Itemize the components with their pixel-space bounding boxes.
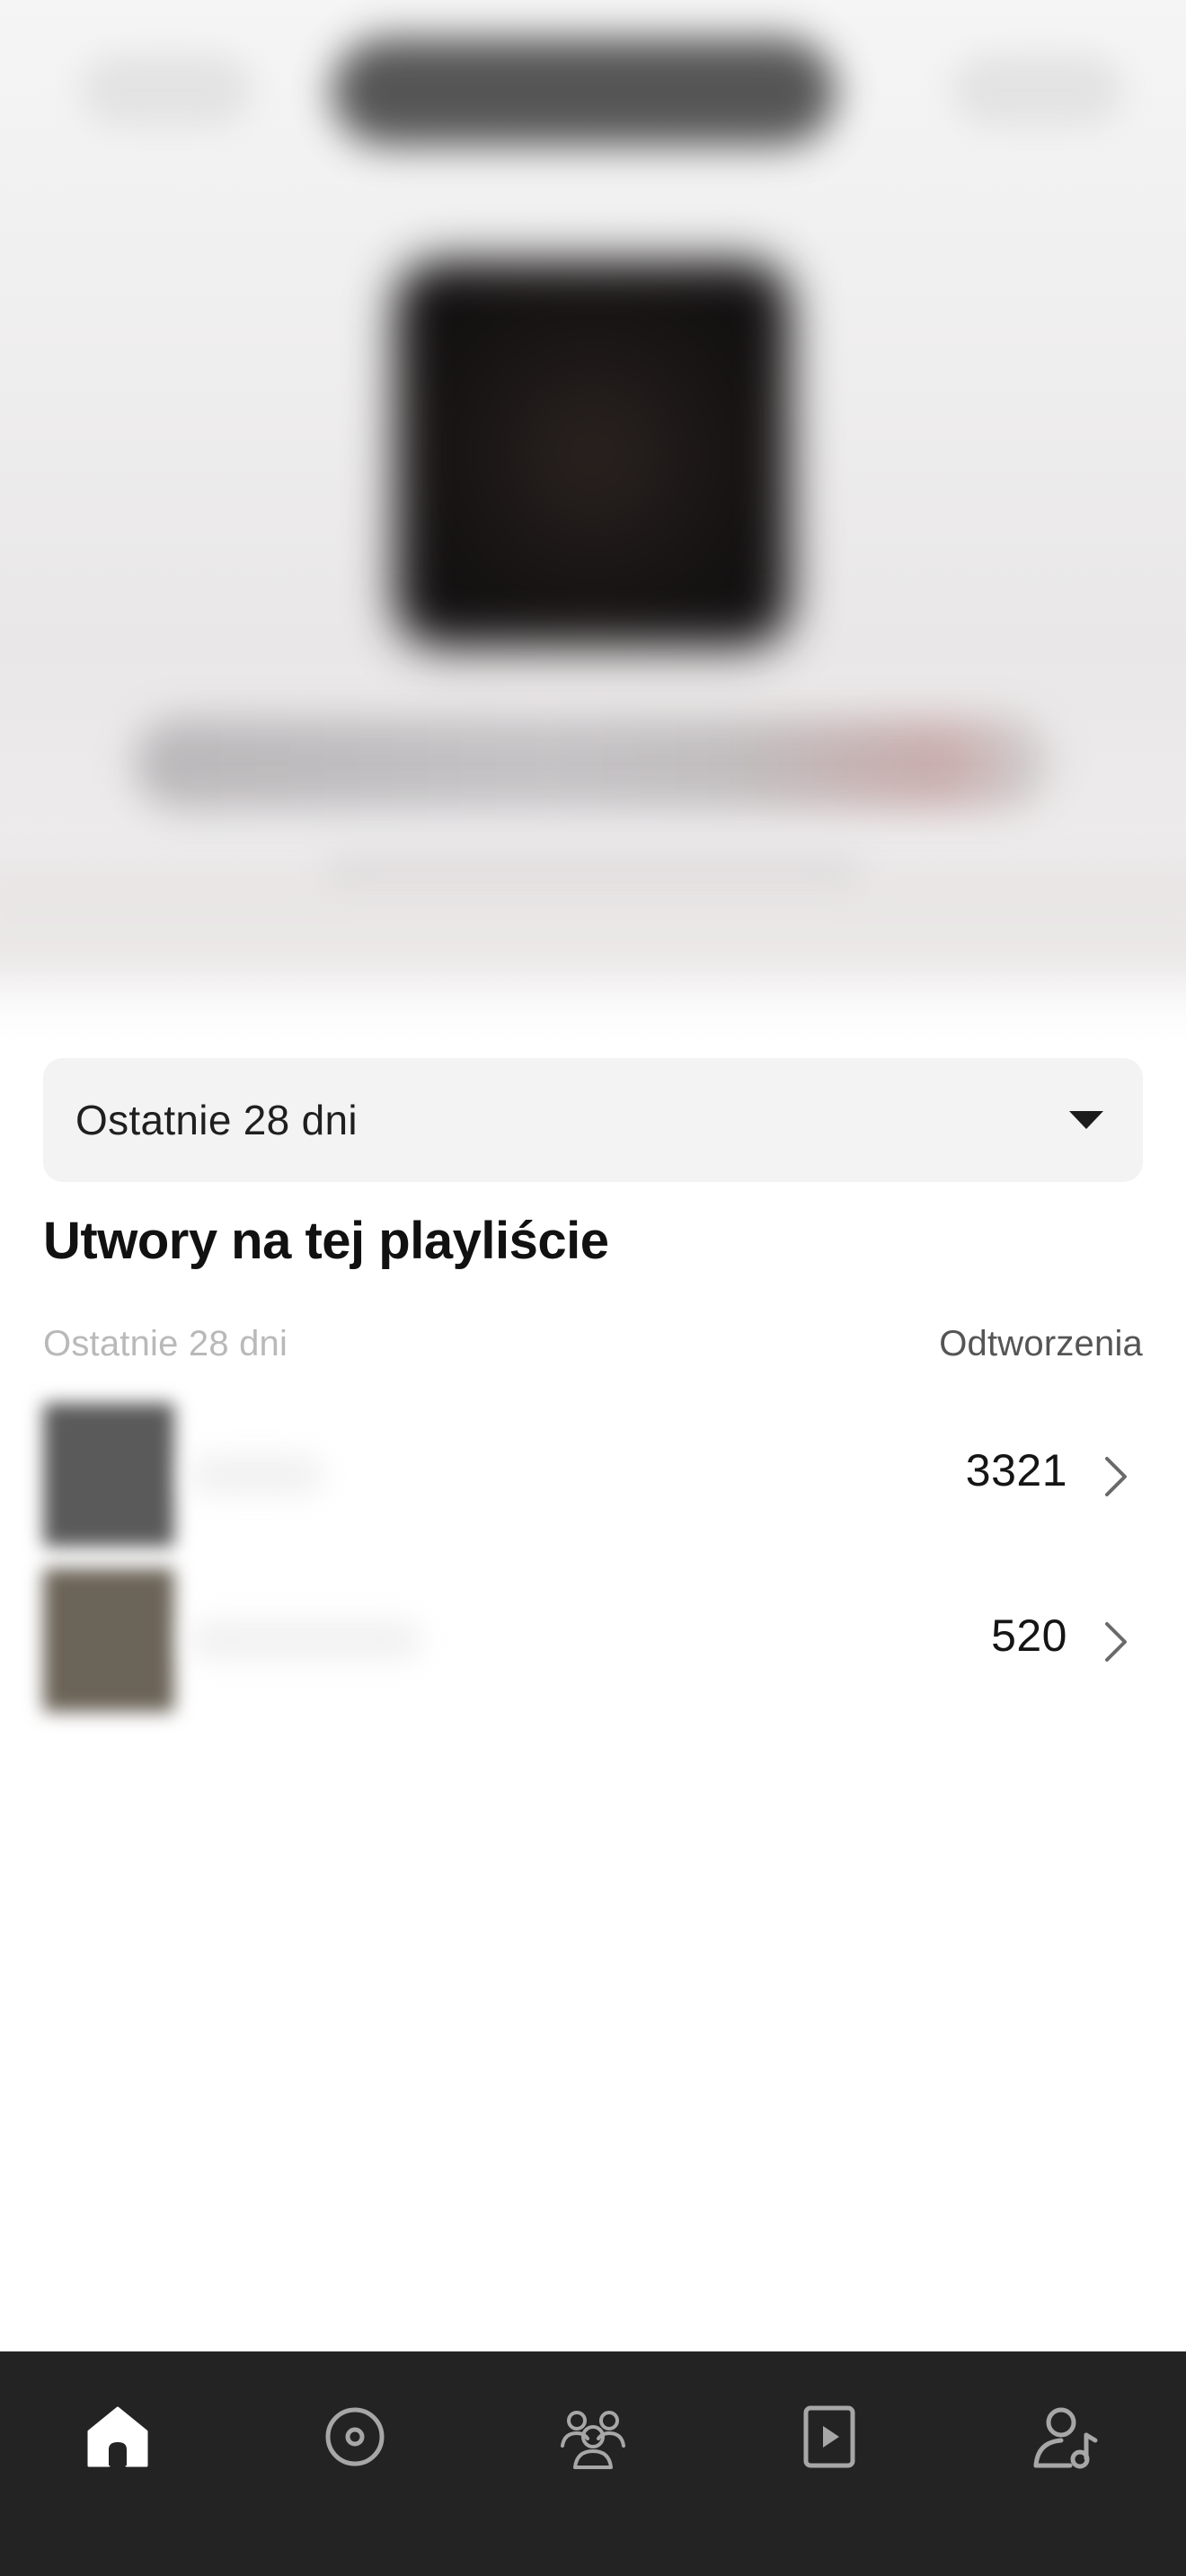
track-row[interactable]: 3321	[0, 1394, 1186, 1556]
blurred-playlist-title	[135, 719, 1051, 808]
blurred-track-title	[189, 1455, 323, 1495]
nav-audience[interactable]	[544, 2387, 642, 2486]
blurred-track-artwork	[43, 1403, 174, 1547]
blurred-header-pill	[332, 38, 836, 146]
music-disc-icon	[325, 2407, 385, 2466]
blurred-track-artwork	[43, 1568, 174, 1712]
audience-icon	[561, 2411, 625, 2469]
blurred-track-title	[189, 1620, 422, 1660]
video-play-icon	[803, 2405, 855, 2468]
column-header-plays: Odtworzenia	[939, 1324, 1143, 1363]
nav-video[interactable]	[780, 2387, 879, 2486]
column-header-period: Ostatnie 28 dni	[43, 1324, 288, 1363]
blurred-playlist-cover	[395, 260, 791, 647]
blurred-playlist-header	[0, 0, 1186, 1042]
playlist-stats-screen: Ostatnie 28 dni Utwory na tej playliście…	[0, 0, 1186, 2576]
period-dropdown-label: Ostatnie 28 dni	[75, 1097, 358, 1143]
nav-music[interactable]	[305, 2387, 404, 2486]
chevron-right-icon	[1105, 1457, 1127, 1496]
nav-home[interactable]	[68, 2387, 167, 2486]
blurred-back-control	[81, 54, 252, 126]
blurred-playlist-subtitle	[323, 853, 863, 889]
nav-artist-profile[interactable]	[1017, 2387, 1116, 2486]
bottom-navigation	[0, 2351, 1186, 2576]
artist-profile-icon	[1033, 2407, 1098, 2469]
section-title: Utwory na tej playliście	[43, 1212, 609, 1270]
chevron-right-icon	[1105, 1622, 1127, 1662]
track-plays: 3321	[965, 1445, 1067, 1495]
caret-down-icon	[1069, 1111, 1103, 1129]
home-icon	[87, 2406, 148, 2467]
track-plays: 520	[991, 1610, 1067, 1661]
period-dropdown[interactable]: Ostatnie 28 dni	[43, 1058, 1143, 1182]
track-row[interactable]: 520	[0, 1559, 1186, 1721]
blurred-menu-control	[952, 54, 1123, 126]
